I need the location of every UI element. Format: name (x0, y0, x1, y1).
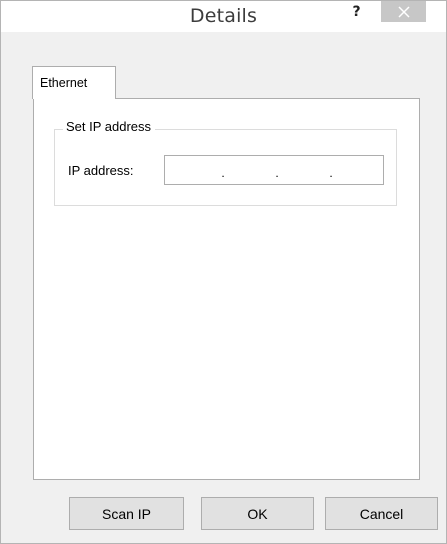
tab-ethernet[interactable]: Ethernet (32, 66, 116, 99)
tab-ethernet-label: Ethernet (40, 76, 88, 90)
set-ip-group-title: Set IP address (63, 119, 156, 134)
ok-button[interactable]: OK (201, 497, 314, 530)
close-button[interactable] (381, 1, 426, 22)
window-title: Details (189, 5, 258, 27)
scan-ip-button[interactable]: Scan IP (69, 497, 184, 530)
cancel-button[interactable]: Cancel (325, 497, 438, 530)
ip-address-label: IP address: (68, 163, 134, 178)
ip-separator-1: . (221, 166, 225, 180)
title-bar[interactable]: Details ? (1, 1, 446, 32)
ip-separator-2: . (275, 166, 279, 180)
help-button[interactable]: ? (340, 1, 373, 23)
close-icon (397, 5, 410, 18)
ip-address-input[interactable]: . . . (164, 155, 384, 185)
ip-separator-3: . (329, 166, 333, 180)
